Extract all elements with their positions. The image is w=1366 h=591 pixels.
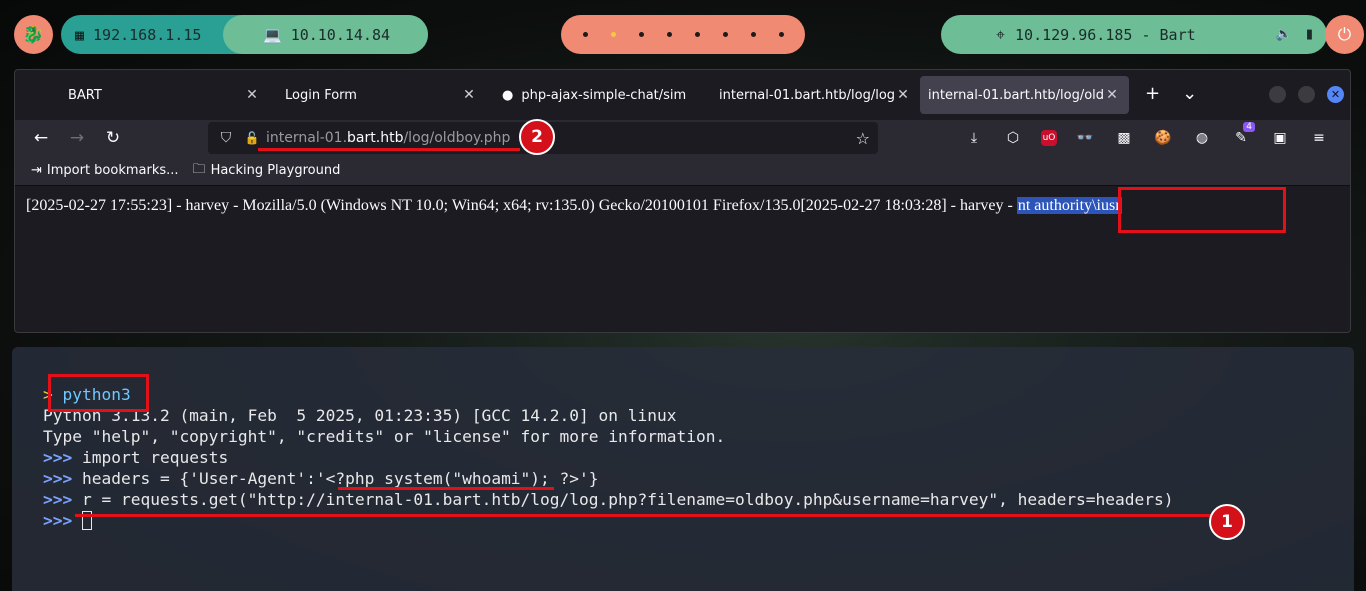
tab-label: Login Form [285, 87, 357, 103]
tab-label: internal-01.bart.htb/log/log.p [719, 87, 896, 103]
tab-strip: BART ✕ Login Form ✕ ● php-ajax-simple-ch… [15, 70, 1350, 120]
repl-line-1: >>> import requests [43, 447, 228, 468]
volume-icon[interactable]: 🔈 [1276, 27, 1292, 42]
repl-line-2: >>> headers = {'User-Agent':'<?php syste… [43, 468, 599, 489]
step-1-marker: 1 [1209, 504, 1245, 540]
url-domain: bart.htb [347, 130, 404, 146]
local-ip-text: 192.168.1.15 [93, 25, 202, 44]
hackbar-icon[interactable]: ✎ 4 [1230, 122, 1255, 146]
maximize-button[interactable] [1298, 86, 1315, 103]
menu-hamburger-icon[interactable]: ≡ [1308, 130, 1330, 146]
kali-menu-button[interactable]: 🐉 [14, 15, 53, 54]
tab-label: php-ajax-simple-chat/sim [521, 87, 687, 103]
workspace-7[interactable] [750, 32, 756, 37]
vpn-ip-text: 10.10.14.84 [290, 25, 391, 44]
extension-toolbar: ⤓ ⬡ uO 👓 ▩ 🍪 ◍ ✎ 4 ▣ ≡ [963, 120, 1330, 156]
shield-icon[interactable]: ⛉ [216, 130, 236, 146]
bookmark-label: Hacking Playground [210, 163, 341, 178]
workspace-3[interactable] [638, 32, 644, 37]
repl-prompt: >>> [43, 448, 73, 467]
close-icon[interactable]: ✕ [245, 87, 259, 103]
download-icon[interactable]: ⤓ [963, 130, 985, 146]
bookmark-label: Import bookmarks... [46, 163, 179, 178]
insecure-lock-icon[interactable]: 🔓 [244, 131, 260, 145]
glasses-icon[interactable]: 👓 [1074, 130, 1096, 146]
log-text: [2025-02-27 17:55:23] - harvey - Mozilla… [26, 197, 1017, 214]
local-ip-segment: ▦ 192.168.1.15 [61, 15, 223, 54]
repl-input: headers = {'User-Agent':'<?php system("w… [82, 469, 599, 488]
window-controls: ✕ [1269, 86, 1344, 103]
hacking-playground-folder[interactable]: 🗀 Hacking Playground [193, 160, 341, 182]
tab-php-ajax-chat[interactable]: ● php-ajax-simple-chat/sim [486, 76, 703, 114]
close-icon[interactable]: ✕ [896, 87, 910, 103]
power-icon: ⏻ [1337, 24, 1352, 45]
url-path: /log/oldboy.php [403, 130, 511, 146]
container-icon[interactable]: ▣ [1269, 130, 1291, 146]
terminal-window[interactable]: > python3 Python 3.13.2 (main, Feb 5 202… [12, 347, 1354, 591]
import-icon: ⇥ [31, 163, 42, 178]
close-window-button[interactable]: ✕ [1327, 86, 1344, 103]
selected-output: nt authority\iusr [1016, 197, 1122, 214]
import-bookmarks-item[interactable]: ⇥ Import bookmarks... [31, 163, 179, 178]
nav-toolbar: ← → ↻ ⛉ 🔓 internal-01.bart.htb/log/oldbo… [15, 120, 1350, 156]
tab-bart[interactable]: BART ✕ [52, 76, 269, 114]
bookmark-star-icon[interactable]: ☆ [856, 129, 870, 148]
network-icon: ▦ [75, 25, 85, 44]
wappalyzer-icon[interactable]: ◍ [1191, 130, 1213, 146]
url-text[interactable]: internal-01.bart.htb/log/oldboy.php [266, 130, 510, 146]
highlight-box-output [1118, 187, 1286, 233]
tab-login-form[interactable]: Login Form ✕ [269, 76, 486, 114]
workspace-8[interactable] [778, 32, 784, 37]
workspace-6[interactable] [722, 32, 728, 37]
close-icon[interactable]: ✕ [1105, 87, 1119, 103]
tab-label: internal-01.bart.htb/log/oldb [928, 87, 1105, 103]
power-button[interactable]: ⏻ [1325, 15, 1364, 54]
repl-line-3: >>> r = requests.get("http://internal-01… [43, 489, 1174, 510]
bookmarks-bar: ⇥ Import bookmarks... 🗀 Hacking Playgrou… [15, 156, 1350, 186]
repl-prompt: >>> [43, 469, 73, 488]
tab-log-php[interactable]: internal-01.bart.htb/log/log.p ✕ [703, 76, 920, 114]
battery-icon: ▮ [1305, 27, 1313, 42]
crosshair-icon: ⌖ [996, 24, 1006, 44]
minimize-button[interactable] [1269, 86, 1286, 103]
network-info-widget: ▦ 192.168.1.15 💻 10.10.14.84 [61, 15, 428, 54]
workspace-1[interactable] [582, 32, 588, 37]
repl-input: r = requests.get("http://internal-01.bar… [82, 490, 1174, 509]
tab-list-chevron-icon[interactable]: ⌄ [1182, 83, 1197, 104]
ublock-icon[interactable]: uO [1041, 130, 1057, 146]
target-text: 10.129.96.185 - Bart [1015, 25, 1196, 44]
workspace-2[interactable] [610, 32, 616, 37]
kali-dragon-icon: 🐉 [22, 24, 45, 45]
github-icon: ● [502, 87, 514, 103]
close-icon[interactable]: ✕ [462, 87, 476, 103]
workspace-4[interactable] [666, 32, 672, 37]
forward-arrow-icon[interactable]: → [59, 128, 95, 148]
repl-prompt: >>> [43, 490, 73, 509]
target-widget: ⌖ 10.129.96.185 - Bart 🔈 ▮ [941, 15, 1327, 54]
underline-request [75, 514, 1215, 517]
extensions-puzzle-icon[interactable]: ⬡ [1002, 130, 1024, 146]
back-arrow-icon[interactable]: ← [23, 128, 59, 148]
url-prefix: internal-01. [266, 130, 348, 146]
workspace-5[interactable] [694, 32, 700, 37]
new-tab-icon[interactable]: + [1145, 83, 1160, 104]
qr-code-icon[interactable]: ▩ [1113, 130, 1135, 146]
cookie-icon[interactable]: 🍪 [1152, 130, 1174, 146]
highlight-box-python3 [48, 374, 149, 412]
tab-label: BART [68, 87, 102, 103]
tab-oldboy-php[interactable]: internal-01.bart.htb/log/oldb ✕ [920, 76, 1129, 114]
repl-input: import requests [82, 448, 229, 467]
step-2-marker: 2 [519, 119, 555, 155]
underline-payload [338, 487, 554, 490]
repl-prompt: >>> [43, 511, 73, 530]
underline-url [258, 148, 520, 151]
reload-icon[interactable]: ↻ [95, 128, 131, 148]
python-banner-2: Type "help", "copyright", "credits" or "… [43, 427, 726, 446]
vpn-ip-segment: 💻 10.10.14.84 [223, 15, 428, 54]
workspace-switcher[interactable] [561, 15, 805, 54]
folder-icon: 🗀 [192, 161, 206, 177]
laptop-icon: 💻 [263, 25, 282, 44]
